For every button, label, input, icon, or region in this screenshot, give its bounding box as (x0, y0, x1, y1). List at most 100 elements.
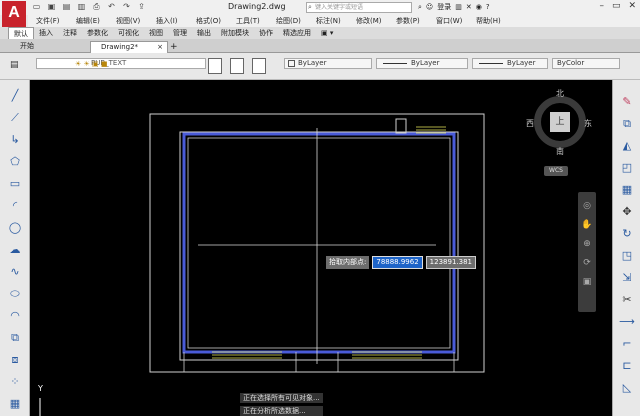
trim-icon[interactable]: ✂ (619, 292, 635, 308)
spline-icon[interactable]: ∿ (7, 264, 23, 280)
user-icon[interactable]: ☺ (426, 3, 433, 11)
new-tab-button[interactable]: + (170, 42, 178, 52)
chamfer-icon[interactable]: ◺ (619, 380, 635, 396)
drawing-canvas[interactable]: 上 北 南 西 东 WCS ◎ ✋ ⊕ ⟳ ▣ 拾取内部点: 78888.996… (30, 80, 612, 416)
move-icon[interactable]: ✥ (619, 204, 635, 220)
undo-icon[interactable]: ↶ (107, 2, 116, 11)
tab-insert[interactable]: 插入 (34, 27, 58, 39)
tab-start[interactable]: 开始 (10, 41, 82, 53)
viewcube-west[interactable]: 西 (526, 118, 534, 129)
help-icon[interactable]: ? (486, 3, 490, 11)
print-icon[interactable]: ⎙ (92, 2, 101, 11)
menu-view[interactable]: 视图(V) (108, 15, 148, 27)
tab-annotate[interactable]: 注释 (58, 27, 82, 39)
viewcube-south[interactable]: 南 (556, 146, 564, 157)
menu-insert[interactable]: 插入(I) (148, 15, 188, 27)
tab-addins[interactable]: 附加模块 (216, 27, 254, 39)
ellipse-arc-icon[interactable]: ◠ (7, 308, 23, 324)
tab-collaborate[interactable]: 协作 (254, 27, 278, 39)
minimize-icon[interactable]: – (599, 1, 604, 11)
network-icon[interactable]: ✕ (466, 3, 472, 11)
extend-icon[interactable]: ⟶ (619, 314, 635, 330)
circle-icon[interactable]: ◯ (7, 220, 23, 236)
app-logo[interactable]: A (2, 1, 26, 27)
polygon-icon[interactable]: ⬠ (7, 154, 23, 170)
tab-view[interactable]: 视图 (144, 27, 168, 39)
tab-manage[interactable]: 管理 (168, 27, 192, 39)
make-block-icon[interactable]: ⧈ (7, 352, 23, 368)
save-icon[interactable]: ▤ (62, 2, 71, 11)
offset-icon[interactable]: ◰ (619, 160, 635, 176)
erase-icon[interactable]: ✎ (619, 94, 635, 110)
revcloud-icon[interactable]: ☁ (7, 242, 23, 258)
menu-window[interactable]: 窗口(W) (428, 15, 468, 27)
menu-tools[interactable]: 工具(T) (228, 15, 268, 27)
steering-wheel-icon[interactable]: ◎ (578, 201, 596, 211)
login-link[interactable]: 登录 (437, 2, 451, 12)
color-dropdown[interactable]: ByLayer (284, 58, 372, 69)
orbit-icon[interactable]: ⟳ (578, 258, 596, 268)
insert-block-icon[interactable]: ⧉ (7, 330, 23, 346)
layer-properties-icon[interactable]: ▤ (10, 60, 19, 70)
connect-icon[interactable]: ◉ (476, 3, 482, 11)
arc-icon[interactable]: ◜ (7, 198, 23, 214)
viewcube-east[interactable]: 东 (584, 118, 592, 129)
store-icon[interactable]: ▥ (455, 3, 462, 11)
menu-help[interactable]: 帮助(H) (468, 15, 508, 27)
layer-previous-icon[interactable] (230, 58, 244, 74)
viewcube-north[interactable]: 北 (556, 88, 564, 99)
rotate-icon[interactable]: ↻ (619, 226, 635, 242)
viewcube-top-face[interactable]: 上 (550, 112, 570, 132)
menu-modify[interactable]: 修改(M) (348, 15, 388, 27)
mirror-icon[interactable]: ◭ (619, 138, 635, 154)
showmotion-icon[interactable]: ▣ (578, 277, 596, 287)
ribbon-toggle-icon[interactable]: ▣ ▾ (316, 27, 338, 39)
saveas-icon[interactable]: ▥ (77, 2, 86, 11)
line-icon[interactable]: ╱ (7, 88, 23, 104)
wcs-menu[interactable]: WCS (544, 166, 568, 176)
tab-output[interactable]: 输出 (192, 27, 216, 39)
scale-icon[interactable]: ◳ (619, 248, 635, 264)
x-coordinate-input[interactable]: 78888.9962 (372, 256, 423, 269)
zoom-icon[interactable]: ⊕ (578, 239, 596, 249)
maximize-icon[interactable]: ▭ (612, 1, 621, 11)
layer-dropdown[interactable]: ☀ ☀ ▣ ■ PUB_TEXT (36, 58, 206, 69)
join-icon[interactable]: ⊏ (619, 358, 635, 374)
close-icon[interactable]: ✕ (628, 1, 636, 11)
y-coordinate-input[interactable]: 123891.381 (425, 256, 476, 269)
array-icon[interactable]: ▦ (619, 182, 635, 198)
stretch-icon[interactable]: ⇲ (619, 270, 635, 286)
open-icon[interactable]: ▭ (32, 2, 41, 11)
menu-edit[interactable]: 编辑(E) (68, 15, 108, 27)
menu-draw[interactable]: 绘图(D) (268, 15, 308, 27)
tab-visualize[interactable]: 可视化 (113, 27, 144, 39)
share-icon[interactable]: ⇪ (137, 2, 146, 11)
hatch-icon[interactable]: ▦ (7, 396, 23, 412)
menu-parametric[interactable]: 参数(P) (388, 15, 428, 27)
layer-isolate-icon[interactable] (252, 58, 266, 74)
search-input[interactable]: ⌕ 键入关键字或短语 (306, 2, 412, 13)
tab-parametric[interactable]: 参数化 (82, 27, 113, 39)
point-icon[interactable]: ⁘ (7, 374, 23, 390)
menu-dimension[interactable]: 标注(N) (308, 15, 348, 27)
lineweight-dropdown[interactable]: ByLayer (472, 58, 548, 69)
tab-drawing2[interactable]: Drawing2* × (90, 41, 168, 53)
redo-icon[interactable]: ↷ (122, 2, 131, 11)
tab-featured-apps[interactable]: 精选应用 (278, 27, 316, 39)
break-icon[interactable]: ⌐ (619, 336, 635, 352)
plotstyle-dropdown[interactable]: ByColor (552, 58, 620, 69)
copy-icon[interactable]: ⧉ (619, 116, 635, 132)
ellipse-icon[interactable]: ⬭ (7, 286, 23, 302)
menu-format[interactable]: 格式(O) (188, 15, 228, 27)
layer-match-icon[interactable] (208, 58, 222, 74)
tab-default[interactable]: 默认 (8, 27, 34, 39)
viewcube[interactable]: 上 北 南 西 东 (526, 88, 592, 157)
rectangle-icon[interactable]: ▭ (7, 176, 23, 192)
construction-line-icon[interactable]: ⟋ (7, 110, 23, 126)
binoculars-icon[interactable]: ⌕ (418, 3, 422, 12)
menu-file[interactable]: 文件(F) (28, 15, 68, 27)
pan-icon[interactable]: ✋ (578, 220, 596, 230)
folder-icon[interactable]: ▣ (47, 2, 56, 11)
close-tab-icon[interactable]: × (157, 42, 163, 53)
polyline-icon[interactable]: ↳ (7, 132, 23, 148)
